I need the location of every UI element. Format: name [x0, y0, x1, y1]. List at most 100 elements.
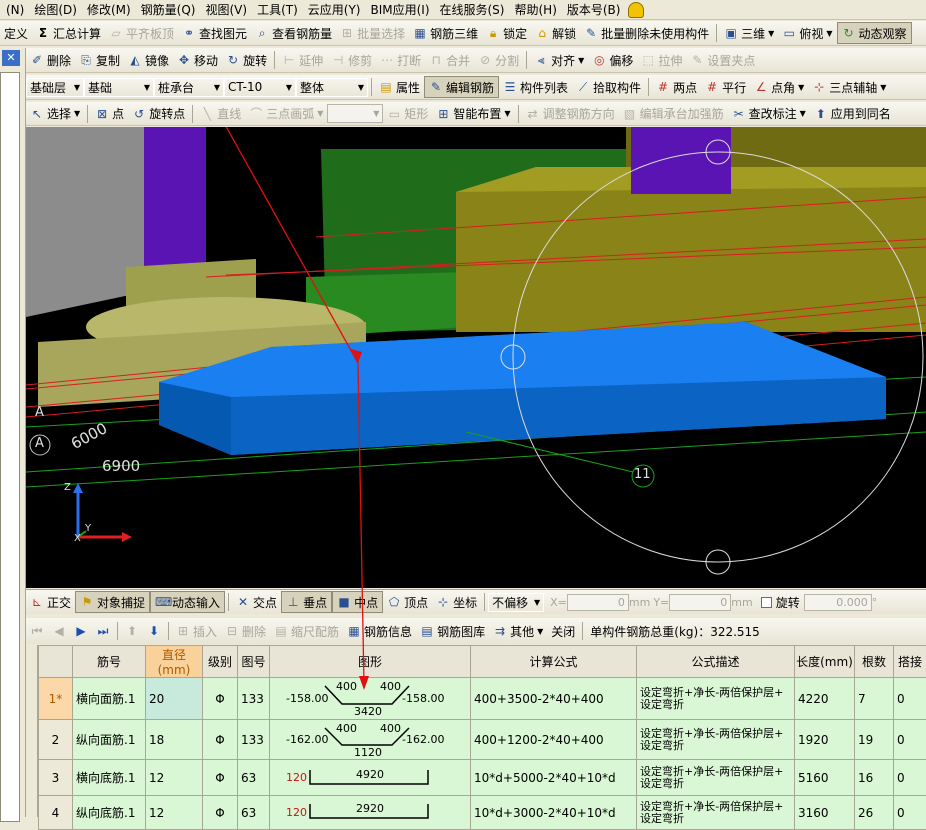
formula-cell[interactable]: 10*d+5000-2*40+10*d	[471, 760, 637, 796]
formula-cell[interactable]: 400+3500-2*40+400	[471, 678, 637, 720]
bar-number-cell[interactable]: 横向面筋.1	[73, 678, 146, 720]
align-dropdown[interactable]: ⫷对齐▼	[530, 49, 588, 71]
x-input[interactable]: 0	[567, 594, 629, 611]
merge-button[interactable]: ⊓合并	[425, 49, 474, 71]
delete-row-button[interactable]: ⊟删除	[221, 620, 270, 642]
table-row[interactable]: 1* 横向面筋.1 20 Φ 133 -158.00 400 400 -158.…	[39, 678, 926, 720]
insert-button[interactable]: ⊞插入	[172, 620, 221, 642]
trim-button[interactable]: ⊣修剪	[327, 49, 376, 71]
lap-cell[interactable]: 0	[894, 678, 926, 720]
length-cell[interactable]: 5160	[795, 760, 855, 796]
delete-button[interactable]: ✐删除	[26, 49, 75, 71]
menu-item-rebar-quantity[interactable]: 钢筋量(Q)	[137, 0, 202, 20]
scope-select[interactable]: 整体▼	[296, 78, 368, 97]
scale-rebar-button[interactable]: ▤缩尺配筋	[270, 620, 343, 642]
table-row[interactable]: 2 纵向面筋.1 18 Φ 133 -162.00 400 400 -162.0…	[39, 720, 926, 760]
figure-number-cell[interactable]: 63	[238, 760, 270, 796]
diameter-cell[interactable]: 12	[146, 760, 203, 796]
break-button[interactable]: ⋯打断	[376, 49, 425, 71]
rebar-info-button[interactable]: ▦钢筋信息	[343, 620, 416, 642]
length-cell[interactable]: 3160	[795, 796, 855, 830]
dynamic-input-toggle[interactable]: ⌨动态输入	[150, 591, 225, 613]
formula-desc-cell[interactable]: 设定弯折+净长-两倍保护层+设定弯折	[637, 720, 795, 760]
offset-button[interactable]: ◎偏移	[588, 49, 637, 71]
shape-cell[interactable]: -162.00 400 400 -162.00 1120	[270, 720, 471, 760]
menu-item-n[interactable]: (N)	[2, 0, 30, 20]
smart-layout-dropdown[interactable]: ⊞智能布置▼	[432, 103, 514, 125]
prev-record-button[interactable]: ◀	[48, 620, 70, 642]
ortho-toggle[interactable]: ⊾正交	[26, 591, 75, 613]
3d-viewport[interactable]: A A 6000 6900 11 Z Y X	[26, 127, 926, 588]
edit-pile-cap-reinforcement-button[interactable]: ▧编辑承台加强筋	[619, 103, 728, 125]
bar-number-cell[interactable]: 横向底筋.1	[73, 760, 146, 796]
point-button[interactable]: ⊠点	[91, 103, 128, 125]
view-rebar-quantity-button[interactable]: ⌕查看钢筋量	[251, 22, 336, 44]
move-down-button[interactable]: ⬇	[143, 620, 165, 642]
bar-number-cell[interactable]: 纵向底筋.1	[73, 796, 146, 830]
split-button[interactable]: ⊘分割	[474, 49, 523, 71]
formula-desc-cell[interactable]: 设定弯折+净长-两倍保护层+设定弯折	[637, 760, 795, 796]
edit-annotation-dropdown[interactable]: ✂查改标注▼	[728, 103, 810, 125]
rectangle-button[interactable]: ▭矩形	[383, 103, 432, 125]
three-point-arc-dropdown[interactable]: ⌒三点画弧▼	[245, 103, 327, 125]
menu-item-draw[interactable]: 绘图(D)	[30, 0, 83, 20]
edit-rebar-button[interactable]: ✎编辑钢筋	[424, 76, 499, 98]
count-cell[interactable]: 7	[855, 678, 894, 720]
floor-select[interactable]: 基础层▼	[26, 78, 84, 97]
grade-cell[interactable]: Φ	[203, 760, 238, 796]
find-element-button[interactable]: ⚭查找图元	[178, 22, 251, 44]
midpoint-toggle[interactable]: ■中点	[332, 591, 383, 613]
menu-item-view[interactable]: 视图(V)	[201, 0, 253, 20]
coordinate-toggle[interactable]: ⊹坐标	[432, 591, 481, 613]
rebar-library-button[interactable]: ▤钢筋图库	[416, 620, 489, 642]
bar-number-cell[interactable]: 纵向面筋.1	[73, 720, 146, 760]
grade-cell[interactable]: Φ	[203, 796, 238, 830]
shape-cell[interactable]: -158.00 400 400 -158.00 3420	[270, 678, 471, 720]
formula-desc-cell[interactable]: 设定弯折+净长-两倍保护层+设定弯折	[637, 796, 795, 830]
diameter-cell[interactable]: 12	[146, 796, 203, 830]
other-dropdown[interactable]: ⇉其他▼	[489, 620, 547, 642]
menu-item-version[interactable]: 版本号(B)	[563, 0, 627, 20]
properties-button[interactable]: ▤属性	[375, 76, 424, 98]
helmet-icon[interactable]	[628, 2, 644, 18]
menu-item-online[interactable]: 在线服务(S)	[436, 0, 511, 20]
vertex-toggle[interactable]: ⬠顶点	[383, 591, 432, 613]
length-cell[interactable]: 4220	[795, 678, 855, 720]
line-button[interactable]: ╲直线	[196, 103, 245, 125]
lock-button[interactable]: 🔒︎锁定	[482, 22, 531, 44]
length-cell[interactable]: 1920	[795, 720, 855, 760]
figure-number-cell[interactable]: 133	[238, 678, 270, 720]
perpendicular-toggle[interactable]: ⊥垂点	[281, 591, 332, 613]
category-select[interactable]: 基础▼	[84, 78, 154, 97]
diameter-cell[interactable]: 18	[146, 720, 203, 760]
3d-view-dropdown[interactable]: ▣三维▼	[720, 22, 778, 44]
table-row[interactable]: 4 纵向底筋.1 12 Φ 63 120 2920 10*d+3000-2*40…	[39, 796, 926, 830]
extend-button[interactable]: ⊢延伸	[278, 49, 327, 71]
set-grip-button[interactable]: ✎设置夹点	[686, 49, 759, 71]
grade-cell[interactable]: Φ	[203, 678, 238, 720]
rotate-button[interactable]: ↻旋转	[222, 49, 271, 71]
unlock-button[interactable]: ⌂解锁	[531, 22, 580, 44]
first-record-button[interactable]: ⏮	[26, 620, 48, 642]
menu-item-modify[interactable]: 修改(M)	[83, 0, 137, 20]
next-record-button[interactable]: ▶	[70, 620, 92, 642]
batch-select-button[interactable]: ⊞批量选择	[336, 22, 409, 44]
three-point-axis-dropdown[interactable]: ⊹三点辅轴▼	[808, 76, 890, 98]
point-angle-dropdown[interactable]: ∠点角▼	[750, 76, 808, 98]
table-row[interactable]: 3 横向底筋.1 12 Φ 63 120 4920 10*d+5000-2*40…	[39, 760, 926, 796]
intersection-toggle[interactable]: ✕交点	[232, 591, 281, 613]
menu-item-cloud[interactable]: 云应用(Y)	[304, 0, 367, 20]
parallel-button[interactable]: #平行	[701, 76, 750, 98]
figure-number-cell[interactable]: 133	[238, 720, 270, 760]
y-input[interactable]: 0	[669, 594, 731, 611]
shape-cell[interactable]: 120 2920	[270, 796, 471, 830]
menu-item-bim[interactable]: BIM应用(I)	[366, 0, 435, 20]
apply-same-name-button[interactable]: ⬆应用到同名	[810, 103, 895, 125]
menu-item-help[interactable]: 帮助(H)	[510, 0, 562, 20]
define-button[interactable]: 定义	[0, 22, 32, 44]
two-points-button[interactable]: #两点	[652, 76, 701, 98]
arc-option-select[interactable]: ▼	[327, 104, 383, 123]
batch-delete-unused-button[interactable]: ✎批量删除未使用构件	[580, 22, 713, 44]
shape-cell[interactable]: 120 4920	[270, 760, 471, 796]
count-cell[interactable]: 16	[855, 760, 894, 796]
